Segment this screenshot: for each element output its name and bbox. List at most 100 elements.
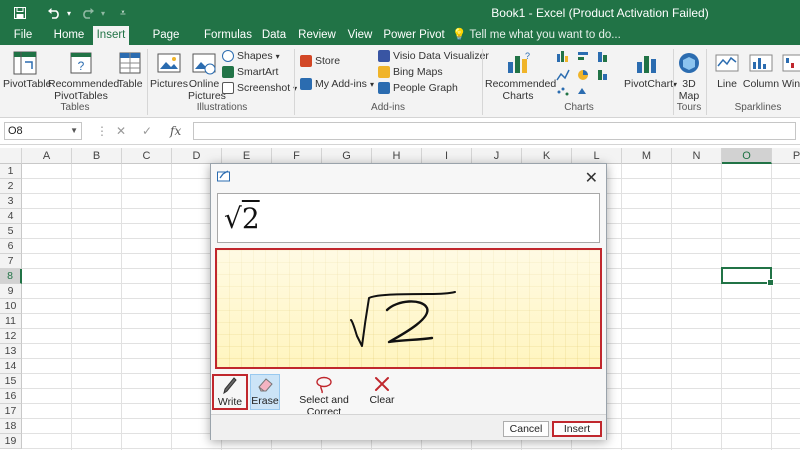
insert-function-icon[interactable]: fx — [170, 122, 181, 140]
tell-me-search[interactable]: 💡 Tell me what you want to do... — [452, 26, 621, 45]
ink-equation-dialog: ✕ √2 Write Erase Select and Correct Clea… — [210, 163, 607, 440]
row-header[interactable]: 2 — [0, 179, 22, 194]
row-header[interactable]: 3 — [0, 194, 22, 209]
title-bar: ▾ ▾ ⩡ Book1 - Excel (Product Activation … — [0, 0, 800, 26]
chart-types-icon[interactable] — [556, 50, 620, 98]
column-header[interactable]: B — [72, 148, 122, 164]
column-header[interactable]: K — [522, 148, 572, 164]
tab-review[interactable]: Review — [296, 26, 338, 45]
sparkline-winloss-button[interactable]: Win/ — [782, 50, 800, 90]
column-header[interactable]: C — [122, 148, 172, 164]
recommended-charts-button[interactable]: ? Recommended Charts — [485, 50, 556, 102]
column-header[interactable]: D — [172, 148, 222, 164]
column-header[interactable]: M — [622, 148, 672, 164]
math-input-icon — [217, 170, 230, 182]
sparkline-column-icon — [749, 54, 773, 72]
gridline — [621, 164, 622, 450]
pivotchart-button[interactable]: PivotChart▾ — [624, 50, 677, 91]
shapes-button[interactable]: Shapes ▾ — [222, 50, 280, 62]
row-header[interactable]: 13 — [0, 344, 22, 359]
cancel-icon[interactable]: ✕ — [116, 122, 126, 140]
handwriting-strokes — [350, 291, 456, 347]
recommended-pivottables-button[interactable]: ? Recommended PivotTables — [48, 50, 119, 102]
chevron-down-icon[interactable]: ▼ — [70, 123, 78, 139]
tab-data[interactable]: Data — [259, 26, 289, 45]
online-pictures-icon — [192, 53, 216, 75]
visio-data-visualizer-button[interactable]: Visio Data Visualizer — [378, 50, 489, 62]
select-and-correct-tool[interactable]: Select and Correct — [282, 374, 366, 418]
tell-me-text: Tell me what you want to do... — [469, 29, 621, 41]
column-header[interactable]: G — [322, 148, 372, 164]
table-button[interactable]: Table — [116, 50, 144, 90]
column-header[interactable]: H — [372, 148, 422, 164]
dialog-button-bar: Cancel Insert — [211, 414, 606, 440]
my-addins-button[interactable]: My Add-ins ▾ — [300, 78, 374, 90]
row-header[interactable]: 15 — [0, 374, 22, 389]
tab-power-pivot[interactable]: Power Pivot — [382, 26, 446, 45]
column-header[interactable]: N — [672, 148, 722, 164]
ink-canvas[interactable] — [215, 248, 602, 369]
row-header[interactable]: 7 — [0, 254, 22, 269]
row-header[interactable]: 9 — [0, 284, 22, 299]
column-header[interactable]: I — [422, 148, 472, 164]
tab-home[interactable]: Home — [48, 26, 90, 45]
people-graph-button[interactable]: People Graph — [378, 82, 458, 94]
pivottable-button[interactable]: PivotTable — [3, 50, 51, 90]
row-header[interactable]: 18 — [0, 419, 22, 434]
row-header[interactable]: 1 — [0, 164, 22, 179]
tab-page-layout[interactable]: Page Layout — [134, 26, 198, 59]
screenshot-button[interactable]: Screenshot ▾ — [222, 82, 297, 94]
equation-preview-text: √2 — [224, 202, 260, 235]
tab-formulas[interactable]: Formulas — [203, 26, 253, 45]
row-header[interactable]: 5 — [0, 224, 22, 239]
formula-input[interactable] — [193, 122, 796, 140]
bing-maps-button[interactable]: Bing Maps — [378, 66, 443, 78]
row-header[interactable]: 12 — [0, 329, 22, 344]
row-header[interactable]: 4 — [0, 209, 22, 224]
insert-button[interactable]: Insert — [552, 421, 602, 437]
column-header[interactable]: L — [572, 148, 622, 164]
name-box[interactable]: O8 ▼ — [4, 122, 82, 140]
recommended-charts-icon: ? — [508, 51, 530, 73]
row-header[interactable]: 11 — [0, 314, 22, 329]
smartart-button[interactable]: SmartArt — [222, 66, 278, 78]
row-header[interactable]: 6 — [0, 239, 22, 254]
recommended-charts-label-2: Charts — [502, 90, 534, 102]
cancel-button[interactable]: Cancel — [503, 421, 549, 437]
column-header[interactable]: J — [472, 148, 522, 164]
enter-icon[interactable]: ✓ — [142, 122, 152, 140]
window-title: Book1 - Excel (Product Activation Failed… — [491, 6, 709, 20]
column-header[interactable]: P — [772, 148, 800, 164]
write-tool[interactable]: Write — [212, 374, 248, 410]
row-header[interactable]: 17 — [0, 404, 22, 419]
row-header[interactable]: 10 — [0, 299, 22, 314]
close-icon[interactable]: ✕ — [585, 168, 598, 188]
online-pictures-label-2: Pictures — [188, 90, 226, 102]
row-header[interactable]: 8 — [0, 269, 22, 284]
3d-map-button[interactable]: 3D Map — [676, 50, 702, 102]
row-header[interactable]: 16 — [0, 389, 22, 404]
active-cell[interactable] — [721, 267, 774, 286]
lightbulb-icon: 💡 — [452, 29, 467, 41]
column-header[interactable]: A — [22, 148, 72, 164]
store-button[interactable]: Store — [300, 55, 340, 67]
pictures-button[interactable]: Pictures — [150, 50, 188, 90]
recommended-pivottables-icon: ? — [70, 52, 92, 74]
sparkline-column-button[interactable]: Column — [742, 50, 780, 90]
online-pictures-button[interactable]: Online Pictures — [188, 50, 226, 102]
charts-group-label: Charts — [564, 102, 594, 113]
column-header[interactable]: O — [722, 148, 772, 164]
column-header[interactable]: E — [222, 148, 272, 164]
tab-insert[interactable]: Insert — [93, 26, 129, 46]
gridline — [22, 448, 800, 449]
column-header[interactable]: F — [272, 148, 322, 164]
tab-view[interactable]: View — [343, 26, 377, 45]
row-header[interactable]: 14 — [0, 359, 22, 374]
row-header[interactable]: 19 — [0, 434, 22, 449]
clear-tool[interactable]: Clear — [367, 374, 397, 410]
svg-text:?: ? — [525, 51, 530, 61]
erase-tool[interactable]: Erase — [250, 374, 280, 410]
tab-file[interactable]: File — [4, 26, 42, 45]
select-all-corner[interactable] — [0, 148, 22, 164]
sparkline-line-button[interactable]: Line — [712, 50, 742, 90]
